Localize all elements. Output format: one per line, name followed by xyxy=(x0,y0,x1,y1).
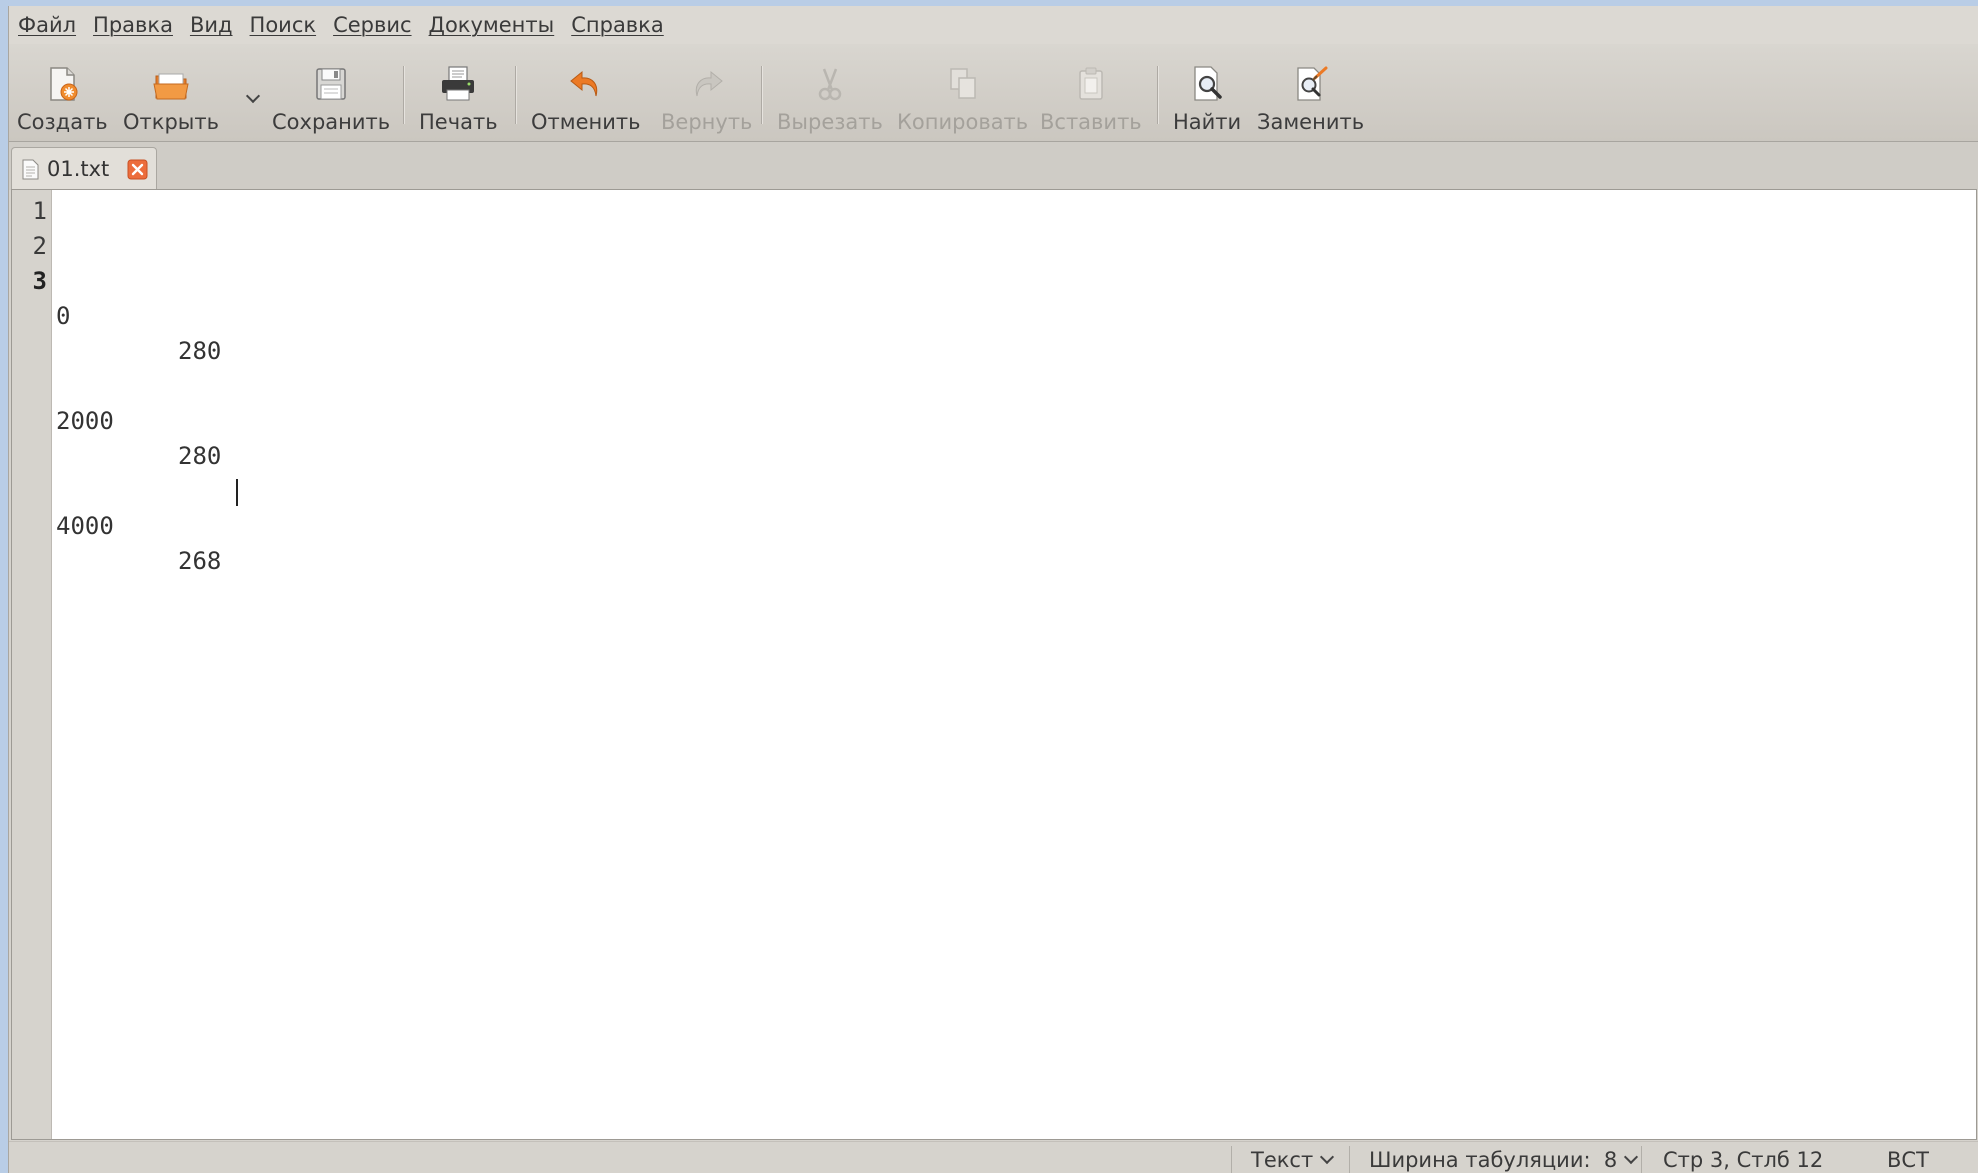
menu-help[interactable]: Справка xyxy=(571,11,664,39)
redo-button[interactable]: Вернуть xyxy=(661,44,752,142)
status-separator xyxy=(1641,1146,1642,1173)
menu-documents[interactable]: Документы xyxy=(429,11,555,39)
undo-arrow-icon xyxy=(569,70,597,97)
text-caret xyxy=(236,479,238,506)
text-line: 4000 268 xyxy=(56,474,238,575)
line-number-current: 3 xyxy=(32,267,47,295)
find-button-label: Найти xyxy=(1173,110,1242,134)
text-cell: 0 xyxy=(56,302,71,330)
status-bar: Текст Ширина табуляции: 8 Стр 3, Стлб 12… xyxy=(9,1141,1978,1173)
menu-edit[interactable]: Правка xyxy=(93,11,173,39)
toolbar-separator xyxy=(515,66,516,124)
undo-button-label: Отменить xyxy=(531,110,641,134)
save-button-label: Сохранить xyxy=(272,110,391,134)
text-cell: 280 xyxy=(178,337,222,365)
cut-button-label: Вырезать xyxy=(777,110,883,134)
document-text[interactable]: 0 280 2000 280 4000 268 xyxy=(56,194,238,579)
new-document-icon xyxy=(50,67,78,101)
clipboard-icon xyxy=(1079,67,1103,100)
find-button[interactable]: Найти xyxy=(1173,44,1241,142)
toolbar-separator xyxy=(403,66,404,124)
menu-search[interactable]: Поиск xyxy=(250,11,317,39)
language-label: Текст xyxy=(1251,1148,1314,1172)
find-replace-icon xyxy=(1296,66,1328,101)
create-button[interactable]: Создать xyxy=(17,44,108,142)
replace-button-label: Заменить xyxy=(1257,110,1365,134)
scissors-icon xyxy=(818,68,842,101)
save-button[interactable]: Сохранить xyxy=(272,44,390,142)
text-editor-area[interactable]: 1 2 3 0 280 2000 280 4000 268 xyxy=(11,189,1977,1140)
insert-mode-label: ВСТ xyxy=(1887,1148,1929,1172)
chevron-down-icon xyxy=(245,88,260,104)
status-separator xyxy=(1349,1146,1350,1173)
toolbar-separator xyxy=(1157,66,1158,124)
open-button-label: Открыть xyxy=(123,110,219,134)
text-editor-window: Файл Правка Вид Поиск Сервис Документы С… xyxy=(8,6,1978,1173)
redo-arrow-icon xyxy=(695,70,723,97)
text-cell: 4000 xyxy=(56,512,114,540)
replace-button[interactable]: Заменить xyxy=(1257,44,1364,142)
magnifier-icon xyxy=(1194,66,1222,101)
printer-icon xyxy=(442,66,475,101)
text-line: 2000 280 xyxy=(56,369,221,470)
line-number: 1 xyxy=(32,197,47,225)
print-button[interactable]: Печать xyxy=(419,44,498,142)
cursor-position: Стр 3, Стлб 12 xyxy=(1663,1144,1823,1173)
copy-button[interactable]: Копировать xyxy=(897,44,1028,142)
status-separator xyxy=(1231,1146,1232,1173)
line-number: 2 xyxy=(32,232,47,260)
tab-width-selector[interactable]: Ширина табуляции: 8 xyxy=(1369,1144,1639,1173)
tab-01-txt[interactable]: 01.txt xyxy=(11,147,157,190)
copy-icon xyxy=(949,68,976,99)
menu-bar: Файл Правка Вид Поиск Сервис Документы С… xyxy=(9,6,1978,44)
insert-mode: ВСТ xyxy=(1887,1144,1929,1173)
language-selector[interactable]: Текст xyxy=(1251,1144,1335,1173)
document-tab-bar: 01.txt xyxy=(9,142,1978,190)
tab-label: 01.txt xyxy=(47,157,110,181)
create-button-label: Создать xyxy=(17,110,108,134)
open-dropdown-button[interactable] xyxy=(237,88,260,110)
toolbar: Создать Открыть Сохранить Печать Отменит… xyxy=(9,44,1978,142)
floppy-disk-icon xyxy=(316,68,346,100)
copy-button-label: Копировать xyxy=(897,110,1029,134)
text-line: 0 280 xyxy=(56,264,221,365)
undo-button[interactable]: Отменить xyxy=(531,44,641,142)
chevron-down-icon xyxy=(1320,1149,1335,1165)
line-number-gutter: 1 2 3 xyxy=(12,190,52,1139)
menu-view[interactable]: Вид xyxy=(190,11,233,39)
cut-button[interactable]: Вырезать xyxy=(777,44,883,142)
cursor-position-label: Стр 3, Стлб 12 xyxy=(1663,1148,1824,1172)
text-cell: 2000 xyxy=(56,407,114,435)
paste-button-label: Вставить xyxy=(1040,110,1142,134)
chevron-down-icon xyxy=(1624,1149,1639,1165)
redo-button-label: Вернуть xyxy=(661,110,753,134)
toolbar-separator xyxy=(761,66,762,124)
print-button-label: Печать xyxy=(419,110,498,134)
folder-open-icon xyxy=(153,73,189,100)
text-cell: 280 xyxy=(178,442,222,470)
menu-file[interactable]: Файл xyxy=(18,11,76,39)
paste-button[interactable]: Вставить xyxy=(1040,44,1142,142)
menu-tools[interactable]: Сервис xyxy=(333,11,411,39)
close-icon[interactable] xyxy=(127,159,148,180)
text-file-icon xyxy=(22,159,39,179)
text-cell: 268 xyxy=(178,547,222,575)
open-button[interactable]: Открыть xyxy=(123,44,219,142)
tab-width-label: Ширина табуляции: 8 xyxy=(1369,1148,1618,1172)
